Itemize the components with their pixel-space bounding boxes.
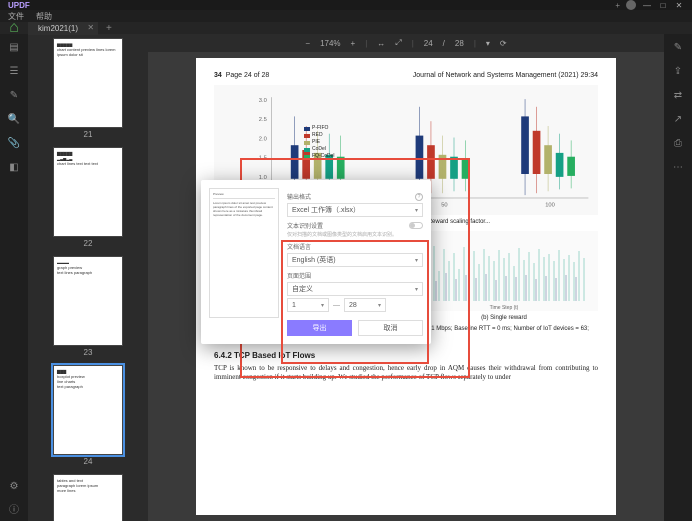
svg-text:3.0: 3.0: [259, 98, 267, 104]
chevron-down-icon: ▾: [415, 257, 418, 264]
section-heading: 6.4.2 TCP Based IoT Flows: [214, 351, 598, 360]
thumb-num: 23: [84, 348, 93, 357]
settings-icon[interactable]: ⚙: [7, 479, 21, 493]
export-button[interactable]: 导出: [287, 320, 352, 336]
help-icon[interactable]: ?: [415, 193, 423, 201]
thumb-22[interactable]: ▇▇▇▇▇▂▃▅▂▃chart lines text text text: [53, 147, 123, 237]
cancel-button[interactable]: 取消: [358, 320, 423, 336]
notification-icon[interactable]: +: [615, 1, 620, 10]
dialog-preview: Preview Lorem ipsum dolor sit amet text …: [209, 188, 279, 318]
bookmarks-icon[interactable]: ☰: [7, 64, 21, 78]
share-icon[interactable]: ↗: [671, 112, 685, 126]
output-format-select[interactable]: Excel 工作簿（.xlsx）▾: [287, 203, 423, 217]
rotate-icon[interactable]: ⟳: [500, 39, 507, 48]
svg-text:1.5: 1.5: [259, 156, 267, 162]
convert-icon[interactable]: ⇄: [671, 88, 685, 102]
file-tab[interactable]: kim2021(1) ✕: [28, 22, 98, 35]
lang-label: 文档语言: [287, 242, 311, 251]
ocr-toggle[interactable]: [409, 222, 423, 229]
edit-icon[interactable]: ✎: [671, 40, 685, 54]
mini-b-caption: (b) Single reward: [410, 315, 598, 321]
print-icon[interactable]: ⎙: [671, 136, 685, 150]
chart-legend: P-FIFO RED PIE CoDel FQ-CoDel: [304, 125, 335, 160]
chevron-down-icon: ▾: [415, 286, 418, 293]
page-total: 28: [455, 39, 464, 48]
app-logo: UPDF: [8, 1, 30, 10]
svg-text:2.5: 2.5: [259, 117, 267, 123]
output-format-label: 输出格式: [287, 192, 311, 201]
layers-icon[interactable]: ◧: [7, 160, 21, 174]
page-from-input[interactable]: 1▾: [287, 298, 329, 312]
thumb-21[interactable]: ▆▆▆▆▆chart content preview lines lorem i…: [53, 38, 123, 128]
thumb-23[interactable]: ▬▬▬graph previewtext lines paragraph: [53, 256, 123, 346]
svg-text:100: 100: [545, 203, 555, 209]
page-current[interactable]: 24: [424, 39, 433, 48]
thumb-num: 21: [84, 130, 93, 139]
fit-page-icon[interactable]: ⤢: [395, 38, 401, 48]
view-mode-icon[interactable]: ▾: [486, 39, 490, 48]
thumbnail-panel: ▆▆▆▆▆chart content preview lines lorem i…: [28, 34, 148, 521]
attachments-icon[interactable]: 📎: [7, 136, 21, 150]
thumb-num: 24: [84, 457, 93, 466]
svg-text:2.0: 2.0: [259, 136, 267, 142]
zoom-level[interactable]: 174%: [320, 39, 340, 48]
chevron-down-icon: ▾: [415, 207, 418, 214]
text-recog-label: 文本识别设置: [287, 221, 323, 230]
thumbnails-icon[interactable]: ▤: [7, 40, 21, 54]
svg-text:Time Step (t): Time Step (t): [490, 305, 519, 311]
file-tab-label: kim2021(1): [38, 24, 78, 33]
ocr-note: 仅对扫描的文档或图像类型的文档启用文本识别。: [287, 232, 423, 238]
thumb-num: 22: [84, 239, 93, 248]
thumb-24[interactable]: ▇▇▇boxplot previewline chartstext paragr…: [53, 365, 123, 455]
zoom-in-icon[interactable]: +: [351, 39, 356, 48]
page-range-select[interactable]: 自定义▾: [287, 282, 423, 296]
info-icon[interactable]: ⓘ: [7, 501, 21, 515]
thumb-25[interactable]: tables and textparagraph lorem ipsummore…: [53, 474, 123, 521]
svg-text:50: 50: [441, 203, 447, 209]
export-icon[interactable]: ⇪: [671, 64, 685, 78]
annotations-icon[interactable]: ✎: [7, 88, 21, 102]
page-to-input[interactable]: 28▾: [344, 298, 386, 312]
page-line: Page 24 of 28: [226, 72, 270, 79]
single-reward-chart: Time Step (t) (b) Single reward: [410, 231, 598, 311]
search-icon[interactable]: 🔍: [7, 112, 21, 126]
page-sep: /: [443, 39, 445, 48]
menu-help[interactable]: 帮助: [36, 11, 52, 22]
journal-name: Journal of Network and Systems Managemen…: [413, 72, 598, 79]
avatar[interactable]: [626, 0, 636, 10]
page-range-label: 页面范围: [287, 271, 311, 280]
lang-select[interactable]: English (英语)▾: [287, 253, 423, 267]
body-paragraph: TCP is known to be responsive to delays …: [214, 364, 598, 382]
more-icon[interactable]: ⋯: [671, 160, 685, 174]
page-number: 34: [214, 72, 222, 79]
zoom-out-icon[interactable]: −: [305, 39, 310, 48]
close-button[interactable]: ✕: [674, 1, 684, 9]
fit-width-icon[interactable]: ↔: [377, 39, 385, 48]
range-dash: —: [333, 302, 340, 309]
minimize-button[interactable]: —: [642, 1, 652, 9]
viewer-toolbar: − 174% + | ↔ ⤢ | 24 / 28 | ▾ ⟳: [148, 34, 664, 52]
maximize-button[interactable]: □: [658, 1, 668, 9]
add-tab-button[interactable]: +: [98, 23, 120, 34]
close-tab-icon[interactable]: ✕: [87, 23, 94, 32]
export-dialog: Preview Lorem ipsum dolor sit amet text …: [201, 180, 431, 344]
